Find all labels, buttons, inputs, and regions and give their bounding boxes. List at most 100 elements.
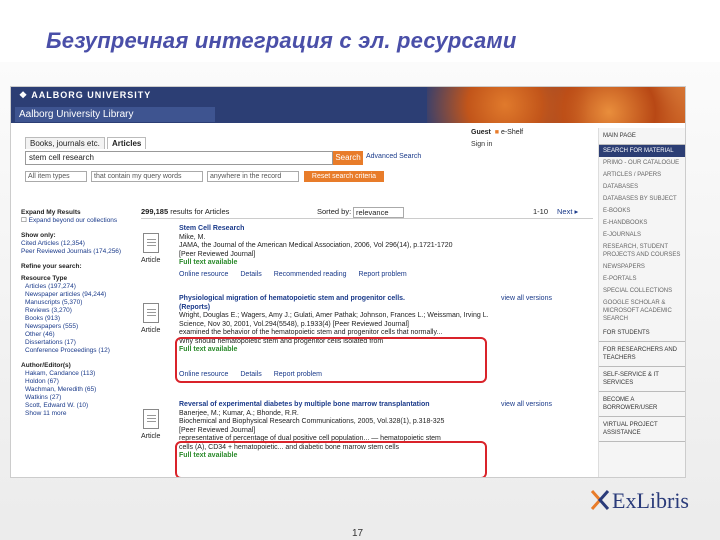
eshelf-link[interactable]: e-Shelf <box>501 129 523 136</box>
nav-item[interactable]: FOR STUDENTS <box>599 325 685 342</box>
exlibris-logo: ExLibris <box>590 488 689 517</box>
right-navigation: MAIN PAGE SEARCH FOR MATERIAL PRIMO - OUR … <box>598 128 685 477</box>
result-line: Banerjee, M.; Kumar, A.; Bhonde, R.R. <box>179 409 299 417</box>
facet-author-item[interactable]: Scott, Edward W. (10) <box>21 402 127 410</box>
highlight-box <box>175 337 487 383</box>
nav-item[interactable]: E-JOURNALS <box>599 229 685 241</box>
facet-author-item[interactable]: Watkins (27) <box>21 394 127 402</box>
facet-panel: Expand My Results ☐ Expand beyond our co… <box>21 205 127 418</box>
library-screenshot: ❖ AALBORG UNIVERSITY Aalborg University … <box>10 86 686 478</box>
facet-resource-item[interactable]: Newspaper articles (94,244) <box>21 291 127 299</box>
checkbox[interactable]: ☐ <box>21 217 29 224</box>
nav-item[interactable]: FOR RESEARCHERS AND TEACHERS <box>599 342 685 367</box>
resource-type-heading: Resource Type <box>21 275 68 282</box>
nav-item[interactable]: NEWSPAPERS <box>599 261 685 273</box>
university-logo[interactable]: ❖ AALBORG UNIVERSITY <box>19 90 151 101</box>
nav-item[interactable]: SEARCH FOR MATERIAL <box>599 145 685 157</box>
facet-resource-item[interactable]: Reviews (3,270) <box>21 307 127 315</box>
nav-item[interactable]: E-PORTALS <box>599 273 685 285</box>
facet-resource-item[interactable]: Manuscripts (5,370) <box>21 299 127 307</box>
results-label: results for Articles <box>170 207 230 216</box>
search-input[interactable]: stem cell research <box>25 151 333 165</box>
guest-label: Guest ■ e-Shelf <box>471 129 524 136</box>
nav-item[interactable]: ARTICLES / PAPERS <box>599 169 685 181</box>
facet-author-item[interactable]: Show 11 more <box>21 410 127 418</box>
nav-item[interactable]: MAIN PAGE <box>599 128 685 145</box>
result-item: Article Stem Cell Research Mike, M. JAMA… <box>141 225 593 279</box>
tab-articles[interactable]: Articles <box>107 137 147 149</box>
facet-author-item[interactable]: Hakam, Candance (113) <box>21 370 127 378</box>
full-text-label: Full text available <box>179 259 238 266</box>
view-versions-link[interactable]: view all versions <box>501 295 552 302</box>
tab-books-journals[interactable]: Books, journals etc. <box>25 137 105 149</box>
nav-item[interactable]: E-BOOKS <box>599 205 685 217</box>
signin-link[interactable]: Sign in <box>471 141 492 148</box>
facet-resource-item[interactable]: Articles (197,274) <box>21 283 127 291</box>
expand-heading: Expand My Results <box>21 209 81 216</box>
facet-author-item[interactable]: Holdon (67) <box>21 378 127 386</box>
nav-item[interactable]: RESEARCH, STUDENT PROJECTS AND COURSES <box>599 241 685 261</box>
facet-resource-item[interactable]: Books (913) <box>21 315 127 323</box>
query-match-select[interactable]: that contain my query words <box>91 171 203 182</box>
results-header: 299,185 results for Articles Sorted by: … <box>141 207 593 219</box>
nav-item[interactable]: SPECIAL COLLECTIONS <box>599 285 685 297</box>
expand-checkbox-row[interactable]: ☐ Expand beyond our collections <box>21 217 127 225</box>
field-select[interactable]: anywhere in the record <box>207 171 299 182</box>
library-banner: ❖ AALBORG UNIVERSITY Aalborg University … <box>11 87 685 123</box>
result-title[interactable]: Physiological migration of hematopoietic… <box>179 295 489 304</box>
result-type: Article <box>141 433 161 440</box>
page-number: 17 <box>352 528 364 539</box>
nav-item[interactable]: DATABASES <box>599 181 685 193</box>
result-line: Science, Nov 30, 2001, Vol.294(5548), p.… <box>179 320 409 328</box>
result-links: Online resource Details Recommended read… <box>179 271 417 278</box>
nav-item[interactable]: DATABASES BY SUBJECT <box>599 193 685 205</box>
result-line: [Peer Reviewed Journal] <box>179 426 256 434</box>
autumn-leaves-image <box>427 87 685 123</box>
results-range: 1-10 <box>533 207 549 216</box>
nav-item[interactable]: PRIMO - OUR CATALOGUE <box>599 157 685 169</box>
article-icon <box>143 233 159 253</box>
sort-label: Sorted by: <box>317 207 352 216</box>
result-line: JAMA, the Journal of the American Medica… <box>179 242 453 249</box>
author-heading: Author/Editor(s) <box>21 362 71 369</box>
article-icon <box>143 303 159 323</box>
result-title[interactable]: Stem Cell Research <box>179 225 489 234</box>
nav-item[interactable]: GOOGLE SCHOLAR & MICROSOFT ACADEMIC SEAR… <box>599 297 685 325</box>
recommended-link[interactable]: Recommended reading <box>274 271 347 278</box>
details-link[interactable]: Details <box>240 271 261 278</box>
show-only-heading: Show only: <box>21 232 56 239</box>
nav-item[interactable]: SELF-SERVICE & IT SERVICES <box>599 367 685 392</box>
results-count: 299,185 <box>141 207 169 216</box>
advanced-search-link[interactable]: Advanced Search <box>366 153 421 160</box>
library-title: Aalborg University Library <box>15 107 215 122</box>
online-resource-link[interactable]: Online resource <box>179 271 228 278</box>
item-type-select[interactable]: All item types <box>25 171 87 182</box>
nav-item[interactable]: VIRTUAL PROJECT ASSISTANCE <box>599 417 685 442</box>
facet-resource-item[interactable]: Conference Proceedings (12) <box>21 347 127 355</box>
result-line: Mike, M. <box>179 233 206 241</box>
search-button[interactable]: Search <box>333 151 363 165</box>
next-link[interactable]: Next ▸ <box>557 207 578 216</box>
highlight-box <box>175 441 487 477</box>
result-line: Biochemical and Biophysical Research Com… <box>179 418 445 425</box>
nav-item[interactable]: E-HANDBOOKS <box>599 217 685 229</box>
result-title[interactable]: Reversal of experimental diabetes by mul… <box>179 401 489 410</box>
result-text: Stem Cell Research Mike, M. JAMA, the Jo… <box>179 225 489 268</box>
facet-resource-item[interactable]: Other (46) <box>21 331 127 339</box>
exlibris-logo-icon <box>590 490 610 510</box>
sort-select[interactable]: relevance <box>353 207 404 218</box>
result-type: Article <box>141 257 161 264</box>
nav-item[interactable]: BECOME A BORROWER/USER <box>599 392 685 417</box>
result-title-suffix: (Reports) <box>179 303 211 311</box>
result-line: [Peer Reviewed Journal] <box>179 250 256 258</box>
facet-author-item[interactable]: Wachman, Meredith (65) <box>21 386 127 394</box>
facet-resource-item[interactable]: Dissertations (17) <box>21 339 127 347</box>
eshelf-icon: ■ <box>492 129 499 136</box>
facet-peer-reviewed[interactable]: Peer Reviewed Journals (174,256) <box>21 248 127 256</box>
result-type: Article <box>141 327 161 334</box>
report-problem-link[interactable]: Report problem <box>358 271 406 278</box>
view-versions-link[interactable]: view all versions <box>501 401 552 408</box>
reset-search-button[interactable]: Reset search criteria <box>304 171 384 182</box>
facet-cited-articles[interactable]: Cited Articles (12,354) <box>21 240 127 248</box>
facet-resource-item[interactable]: Newspapers (555) <box>21 323 127 331</box>
